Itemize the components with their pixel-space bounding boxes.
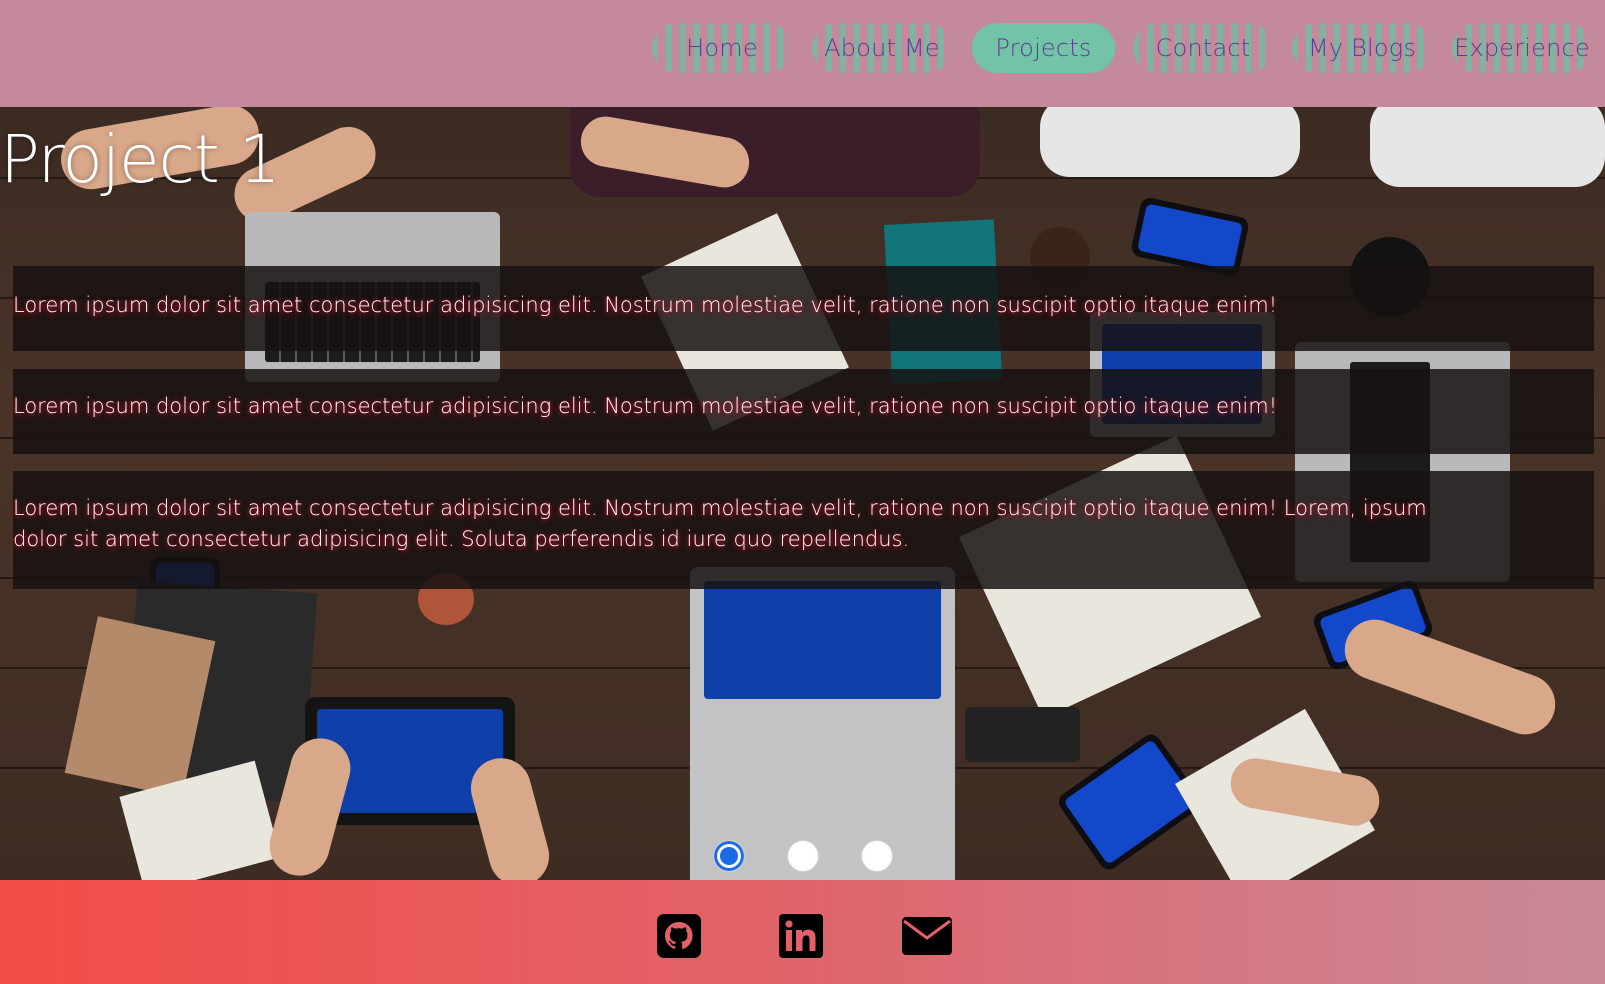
project-description-2: Lorem ipsum dolor sit amet consectetur a… [13, 369, 1594, 454]
email-icon[interactable] [902, 917, 952, 959]
linkedin-icon[interactable] [779, 914, 823, 962]
footer [0, 880, 1605, 984]
project-description-3: Lorem ipsum dolor sit amet consectetur a… [13, 471, 1594, 589]
slider-dot-1[interactable] [713, 840, 745, 872]
nav-contact[interactable]: Contact [1133, 23, 1273, 73]
slider-dot-2[interactable] [787, 840, 819, 872]
nav-my-blogs[interactable]: My Blogs [1292, 23, 1432, 73]
nav-home[interactable]: Home [652, 23, 792, 73]
paragraph-text: Lorem ipsum dolor sit amet consectetur a… [13, 394, 1278, 418]
project-hero: Project 1 Lorem ipsum dolor sit amet con… [0, 107, 1605, 880]
paragraph-text: Lorem ipsum dolor sit amet consectetur a… [13, 496, 1427, 551]
paragraph-text: Lorem ipsum dolor sit amet consectetur a… [13, 293, 1278, 317]
project-description-1: Lorem ipsum dolor sit amet consectetur a… [13, 266, 1594, 351]
header-bar: Home About Me Projects Contact My Blogs … [0, 0, 1605, 107]
page-title: Project 1 [0, 121, 281, 198]
github-icon[interactable] [657, 914, 701, 962]
nav-experience[interactable]: Experience [1452, 23, 1592, 73]
nav-about-me[interactable]: About Me [812, 23, 952, 73]
main-nav: Home About Me Projects Contact My Blogs … [0, 23, 1605, 73]
slider-dot-3[interactable] [861, 840, 893, 872]
nav-projects[interactable]: Projects [972, 23, 1115, 73]
